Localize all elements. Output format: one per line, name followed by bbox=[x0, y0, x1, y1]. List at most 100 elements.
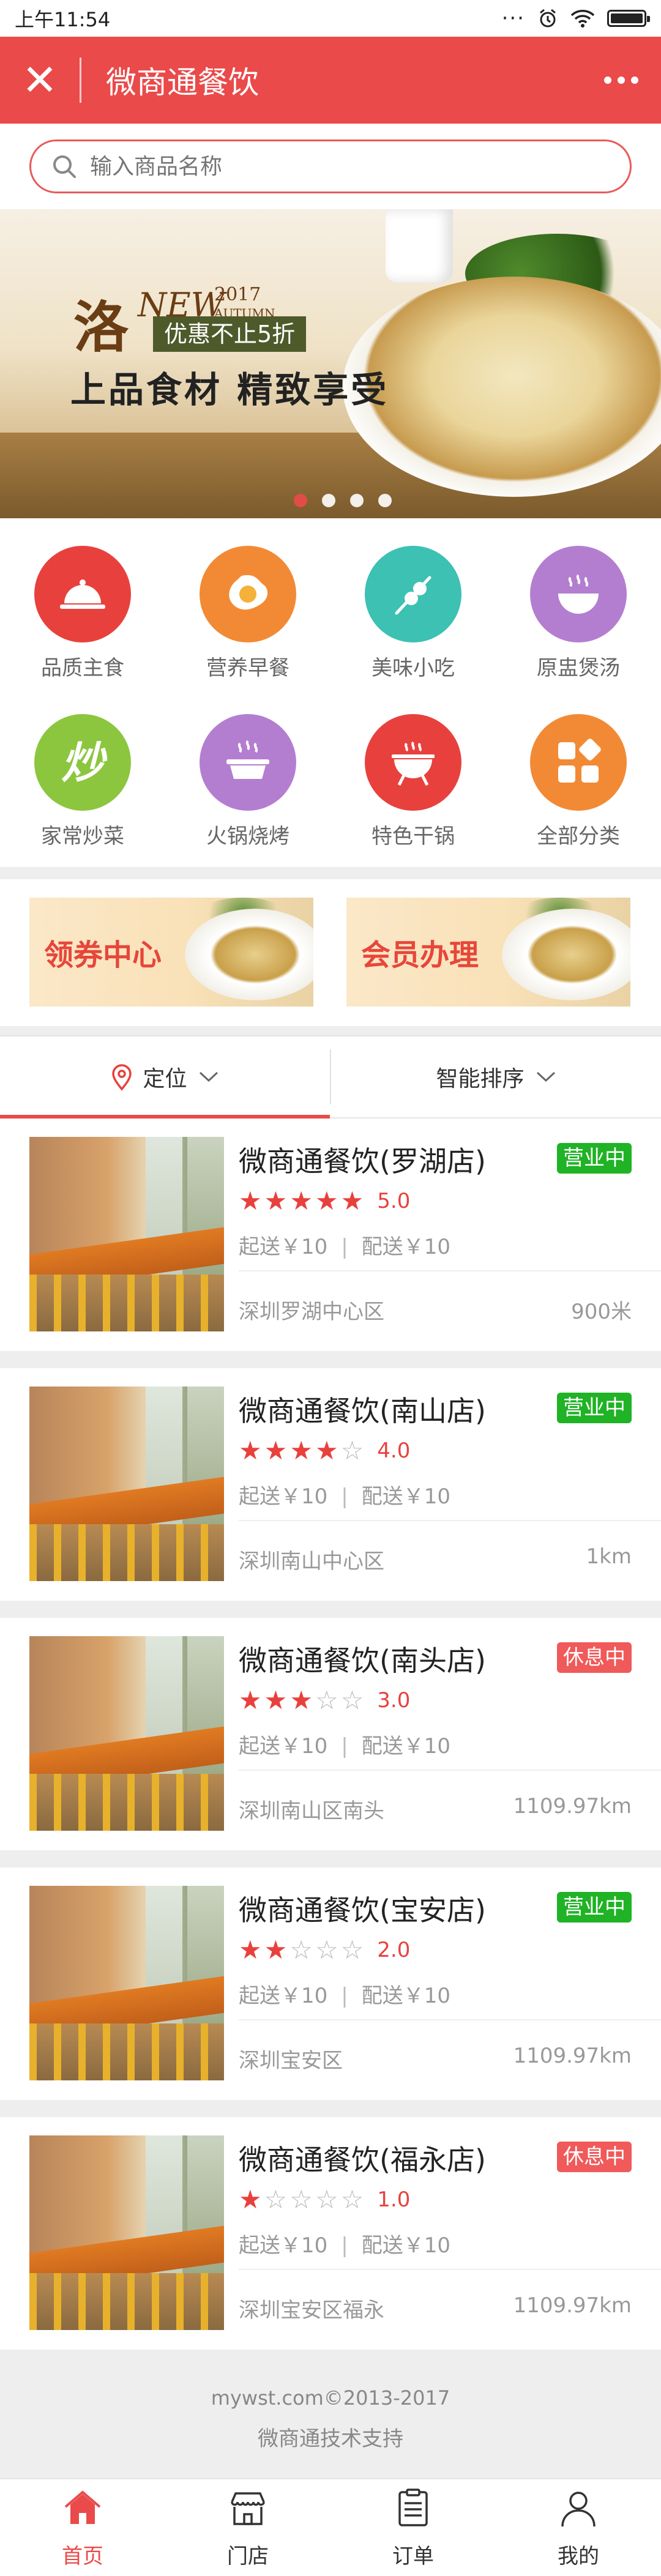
store-name: 微商通餐饮(南头店) bbox=[239, 1644, 486, 1677]
store-divider bbox=[239, 1270, 661, 1271]
star-filled-icon: ★ bbox=[239, 1685, 262, 1715]
status-badge: 营业中 bbox=[557, 1393, 632, 1423]
sort-filter[interactable]: 智能排序 bbox=[331, 1037, 661, 1117]
support-text: 微商通技术支持 bbox=[258, 2427, 403, 2451]
store-distance: 900米 bbox=[571, 1300, 632, 1324]
category-label: 美味小吃 bbox=[372, 656, 455, 680]
rating-value: 4.0 bbox=[377, 1439, 411, 1463]
tab-user[interactable]: 我的 bbox=[496, 2479, 661, 2576]
rating-value: 2.0 bbox=[377, 1938, 411, 1962]
rating-stars: ★ ★ ★ ☆ ☆ 3.0 bbox=[239, 1686, 410, 1714]
dome-cloche-icon bbox=[34, 546, 131, 642]
thumb-chairs bbox=[29, 1524, 224, 1581]
banner-slogan: 上品食材 精致享受 bbox=[70, 369, 389, 411]
battery-level bbox=[611, 13, 643, 23]
rating-stars: ★ ☆ ☆ ☆ ☆ 1.0 bbox=[239, 2186, 410, 2214]
promo-banner[interactable]: 洛 NEW 2017 AUTUMN 优惠不止5折 上品食材 精致享受 bbox=[0, 209, 661, 518]
star-filled-icon: ★ bbox=[264, 1186, 288, 1216]
coupon-center-card[interactable]: 领券中心 bbox=[29, 898, 313, 1007]
banner-dot[interactable] bbox=[378, 494, 392, 507]
category-item[interactable]: 火锅烧烤 bbox=[165, 687, 330, 852]
fee-separator: | bbox=[341, 2233, 348, 2258]
grill-icon bbox=[365, 714, 461, 811]
more-menu-button[interactable] bbox=[581, 37, 661, 124]
store-area: 深圳南山中心区 bbox=[239, 1549, 384, 1574]
star-filled-icon: ★ bbox=[239, 1186, 262, 1216]
fee-info: 起送￥10 | 配送￥10 bbox=[239, 1729, 450, 1759]
star-empty-icon: ☆ bbox=[315, 1685, 338, 1715]
more-dot-icon bbox=[604, 76, 611, 84]
store-thumbnail[interactable] bbox=[29, 1636, 224, 1831]
search-input[interactable] bbox=[90, 154, 580, 179]
promo-cards: 领券中心 会员办理 bbox=[0, 879, 661, 1026]
star-filled-icon: ★ bbox=[289, 1435, 313, 1465]
category-item[interactable]: 美味小吃 bbox=[330, 518, 496, 683]
fee-separator: | bbox=[341, 1984, 348, 2008]
store-thumbnail[interactable] bbox=[29, 1137, 224, 1331]
store-area: 深圳宝安区 bbox=[239, 2049, 343, 2073]
location-filter[interactable]: 定位 bbox=[0, 1037, 330, 1119]
category-item[interactable]: 品质主食 bbox=[0, 518, 165, 683]
category-item[interactable]: 炒家常炒菜 bbox=[0, 687, 165, 852]
category-label: 火锅烧烤 bbox=[206, 824, 289, 849]
store-card[interactable]: 微商通餐饮(南头店) 休息中 ★ ★ ★ ☆ ☆ 3.0 起送￥10 | 配送￥10 深圳南山区南头 1… bbox=[0, 1618, 661, 1850]
delivery-fee: 配送￥10 bbox=[361, 1734, 450, 1759]
search-box[interactable] bbox=[29, 140, 632, 193]
banner-brand-char: 洛 bbox=[73, 295, 129, 360]
fee-separator: | bbox=[341, 1734, 348, 1759]
store-thumbnail[interactable] bbox=[29, 1387, 224, 1581]
wifi-icon bbox=[570, 10, 595, 28]
rating-value: 5.0 bbox=[377, 1189, 411, 1213]
soup-bowl-icon bbox=[530, 546, 627, 642]
skewer-icon bbox=[365, 546, 461, 642]
banner-dot[interactable] bbox=[322, 494, 335, 507]
status-badge: 休息中 bbox=[557, 1642, 632, 1673]
thumb-chairs bbox=[29, 1774, 224, 1831]
membership-card[interactable]: 会员办理 bbox=[346, 898, 630, 1007]
store-card[interactable]: 微商通餐饮(宝安店) 营业中 ★ ★ ☆ ☆ ☆ 2.0 起送￥10 | 配送￥10 深圳宝安区 110… bbox=[0, 1867, 661, 2100]
status-badge: 休息中 bbox=[557, 2142, 632, 2172]
store-thumbnail[interactable] bbox=[29, 2135, 224, 2330]
store-name: 微商通餐饮(福永店) bbox=[239, 2143, 486, 2176]
alarm-icon bbox=[540, 9, 556, 28]
svg-text:炒: 炒 bbox=[61, 738, 108, 788]
min-order: 起送￥10 bbox=[239, 2233, 328, 2258]
sort-filter-label: 智能排序 bbox=[436, 1067, 525, 1092]
store-thumbnail[interactable] bbox=[29, 1886, 224, 2080]
close-button[interactable]: ✕ bbox=[0, 37, 80, 124]
store-distance: 1km bbox=[586, 1544, 632, 1569]
star-empty-icon: ☆ bbox=[289, 1935, 313, 1965]
star-filled-icon: ★ bbox=[239, 1435, 262, 1465]
thumb-chairs bbox=[29, 2273, 224, 2330]
store-card[interactable]: 微商通餐饮(罗湖店) 营业中 ★ ★ ★ ★ ★ 5.0 起送￥10 | 配送￥10 深圳罗湖中心区 9… bbox=[0, 1119, 661, 1351]
store-card[interactable]: 微商通餐饮(福永店) 休息中 ★ ☆ ☆ ☆ ☆ 1.0 起送￥10 | 配送￥10 深圳宝安区福永 1… bbox=[0, 2117, 661, 2350]
tab-home[interactable]: 首页 bbox=[0, 2479, 165, 2576]
star-filled-icon: ★ bbox=[340, 1186, 364, 1216]
fee-info: 起送￥10 | 配送￥10 bbox=[239, 1979, 450, 2009]
delivery-fee: 配送￥10 bbox=[361, 1235, 450, 1259]
category-item[interactable]: 特色干锅 bbox=[330, 687, 496, 852]
banner-teapot-image bbox=[386, 209, 453, 283]
fee-separator: | bbox=[341, 1235, 348, 1259]
fried-egg-icon bbox=[200, 546, 296, 642]
store-divider bbox=[239, 1520, 661, 1521]
banner-dot[interactable] bbox=[294, 494, 307, 507]
category-item[interactable]: 全部分类 bbox=[496, 687, 661, 852]
rating-value: 3.0 bbox=[377, 1688, 411, 1713]
category-item[interactable]: 原盅煲汤 bbox=[496, 518, 661, 683]
star-empty-icon: ☆ bbox=[340, 2184, 364, 2214]
star-filled-icon: ★ bbox=[239, 1935, 262, 1965]
rating-stars: ★ ★ ★ ★ ☆ 4.0 bbox=[239, 1437, 410, 1465]
status-bar: 上午11:54 ··· bbox=[0, 0, 661, 37]
rating-stars: ★ ★ ☆ ☆ ☆ 2.0 bbox=[239, 1936, 410, 1964]
category-item[interactable]: 营养早餐 bbox=[165, 518, 330, 683]
min-order: 起送￥10 bbox=[239, 1734, 328, 1759]
category-grid: 品质主食 营养早餐美味小吃 原盅煲汤炒家常炒菜火锅烧烤 特色干锅 全部分类 bbox=[0, 518, 661, 867]
category-label: 特色干锅 bbox=[372, 824, 455, 849]
tab-order-list[interactable]: 订单 bbox=[330, 2479, 496, 2576]
store-card[interactable]: 微商通餐饮(南山店) 营业中 ★ ★ ★ ★ ☆ 4.0 起送￥10 | 配送￥10 深圳南山中心区 1… bbox=[0, 1368, 661, 1601]
fee-info: 起送￥10 | 配送￥10 bbox=[239, 1480, 450, 1509]
tab-store[interactable]: 门店 bbox=[165, 2479, 330, 2576]
category-label: 全部分类 bbox=[537, 824, 620, 849]
banner-dot[interactable] bbox=[350, 494, 364, 507]
